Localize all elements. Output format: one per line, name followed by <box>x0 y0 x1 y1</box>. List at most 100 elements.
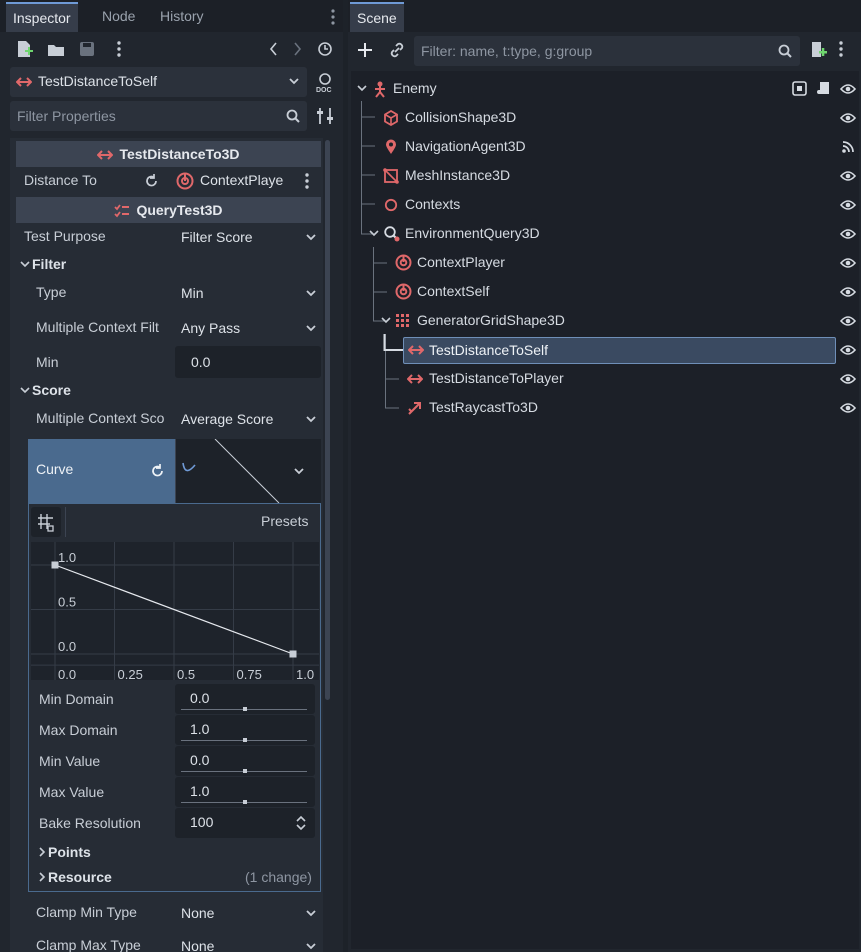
node-name: Contexts <box>405 196 461 212</box>
tree-node-environmentquery3d[interactable]: EnvironmentQuery3D <box>368 219 856 248</box>
revert-icon[interactable] <box>144 173 160 189</box>
visibility-eye-icon[interactable] <box>840 82 856 96</box>
tab-node[interactable]: Node <box>95 2 142 32</box>
chevron-down-icon[interactable] <box>356 74 368 103</box>
scene-menu-icon[interactable] <box>838 40 844 58</box>
bake-resolution-label: Bake Resolution <box>39 815 141 831</box>
visibility-eye-icon[interactable] <box>840 343 856 357</box>
category-filter[interactable]: Filter <box>16 252 321 276</box>
section-testdistanceto3d[interactable]: TestDistanceTo3D <box>16 141 321 167</box>
curve-point[interactable] <box>289 650 297 658</box>
min-domain-slider[interactable]: 0.0 <box>175 684 315 714</box>
search-icon <box>286 109 300 123</box>
curve-graph[interactable]: 1.0 0.5 0.0 0.0 0.25 0.5 0.75 1.0 <box>31 542 319 680</box>
tree-node-navigationagent3d[interactable]: NavigationAgent3D <box>383 132 854 161</box>
curve-property[interactable]: Curve <box>28 439 175 503</box>
attach-script-icon[interactable] <box>808 40 828 60</box>
visibility-eye-icon[interactable] <box>840 169 856 183</box>
type-dropdown[interactable]: Min <box>175 278 321 308</box>
scene-filter-input[interactable]: Filter: name, t:type, g:group <box>414 36 800 66</box>
toolbar-menu-icon[interactable] <box>116 40 122 58</box>
visibility-eye-icon[interactable] <box>840 401 856 415</box>
slider-grabber[interactable] <box>243 707 247 711</box>
curve-preview[interactable] <box>175 439 321 503</box>
presets-button[interactable]: Presets <box>261 513 308 529</box>
context-icon <box>176 172 194 190</box>
spin-arrows-icon[interactable] <box>295 815 307 831</box>
tree-node-contextplayer[interactable]: ContextPlayer <box>395 248 856 277</box>
box-icon <box>383 110 399 126</box>
tree-node-testdistancetoplayer[interactable]: TestDistanceToPlayer <box>407 364 856 393</box>
multiple-context-score-dropdown[interactable]: Average Score <box>175 404 321 434</box>
visibility-eye-icon[interactable] <box>840 285 856 299</box>
multiple-context-filter-dropdown[interactable]: Any Pass <box>175 313 321 343</box>
y-tick-label: 1.0 <box>58 550 76 565</box>
inspector-scrollbar[interactable] <box>325 140 330 700</box>
section-querytest3d[interactable]: QueryTest3D <box>16 197 321 223</box>
visibility-eye-icon[interactable] <box>840 314 856 328</box>
chevron-down-icon[interactable] <box>380 306 392 335</box>
tree-node-contexts[interactable]: Contexts <box>383 190 856 219</box>
history-icon[interactable] <box>316 40 334 58</box>
visibility-eye-icon[interactable] <box>840 227 856 241</box>
max-domain-slider[interactable]: 1.0 <box>175 715 315 745</box>
property-menu-icon[interactable] <box>304 172 310 190</box>
add-node-icon[interactable] <box>355 40 375 60</box>
category-points[interactable]: Points <box>33 840 318 864</box>
tab-scene[interactable]: Scene <box>350 2 404 32</box>
scene-instance-icon[interactable] <box>792 81 807 96</box>
tab-history[interactable]: History <box>153 2 211 32</box>
history-back-icon[interactable] <box>268 41 280 57</box>
category-score[interactable]: Score <box>16 378 321 402</box>
clamp-max-type-dropdown[interactable]: None <box>175 931 321 952</box>
curve-label: Curve <box>36 461 74 477</box>
max-value-slider[interactable]: 1.0 <box>175 777 315 807</box>
new-resource-icon[interactable] <box>14 38 34 60</box>
chevron-down-icon <box>293 465 305 477</box>
visibility-eye-icon[interactable] <box>840 198 856 212</box>
open-folder-icon[interactable] <box>46 40 66 60</box>
tree-node-testraycastto3d[interactable]: TestRaycastTo3D <box>407 393 856 422</box>
filter-properties-input[interactable]: Filter Properties <box>10 101 307 131</box>
test-purpose-dropdown[interactable]: Filter Score <box>175 222 321 252</box>
min-value-slider[interactable]: 0.0 <box>175 746 315 776</box>
snap-grid-icon[interactable] <box>31 507 61 537</box>
curve-point[interactable] <box>51 561 59 569</box>
section-title: QueryTest3D <box>136 202 223 218</box>
tabbar-menu-icon[interactable] <box>330 8 336 26</box>
signals-icon[interactable] <box>841 140 855 154</box>
query-icon <box>383 225 401 243</box>
bake-resolution-spinbox[interactable]: 100 <box>175 808 315 838</box>
visibility-eye-icon[interactable] <box>840 256 856 270</box>
distance-to-value[interactable]: ContextPlaye <box>174 169 296 193</box>
tree-node-collisionshape3d[interactable]: CollisionShape3D <box>383 103 856 132</box>
tools-icon[interactable] <box>316 106 334 126</box>
slider-grabber[interactable] <box>243 738 247 742</box>
tree-node-contextself[interactable]: ContextSelf <box>395 277 856 306</box>
history-forward-icon[interactable] <box>291 41 303 57</box>
clamp-min-type-dropdown[interactable]: None <box>175 898 321 928</box>
tree-node-meshinstance3d[interactable]: MeshInstance3D <box>383 161 856 190</box>
chevron-down-icon[interactable] <box>368 219 380 248</box>
category-resource[interactable]: Resource (1 change) <box>33 865 318 889</box>
type-value: Min <box>181 285 204 301</box>
revert-icon[interactable] <box>150 463 166 479</box>
tree-node-testdistancetoself[interactable]: TestDistanceToSelf <box>403 337 836 364</box>
script-icon[interactable] <box>816 80 832 96</box>
doc-icon[interactable]: DOC <box>315 72 335 94</box>
min-field[interactable]: 0.0 <box>175 346 321 378</box>
visibility-eye-icon[interactable] <box>840 372 856 386</box>
slider-grabber[interactable] <box>243 800 247 804</box>
visibility-eye-icon[interactable] <box>840 111 856 125</box>
link-icon[interactable] <box>387 40 407 60</box>
max-domain-label: Max Domain <box>39 722 118 738</box>
min-label: Min <box>36 354 59 370</box>
object-selector[interactable]: TestDistanceToSelf <box>10 67 307 97</box>
clamp-max-value: None <box>181 938 215 952</box>
tree-node-enemy[interactable]: Enemy <box>356 74 856 103</box>
slider-grabber[interactable] <box>243 769 247 773</box>
save-icon[interactable] <box>78 40 96 58</box>
clamp-min-type-label: Clamp Min Type <box>36 904 137 920</box>
tab-inspector[interactable]: Inspector <box>6 2 78 32</box>
tree-node-generatorgridshape3d[interactable]: GeneratorGridShape3D <box>380 306 856 335</box>
